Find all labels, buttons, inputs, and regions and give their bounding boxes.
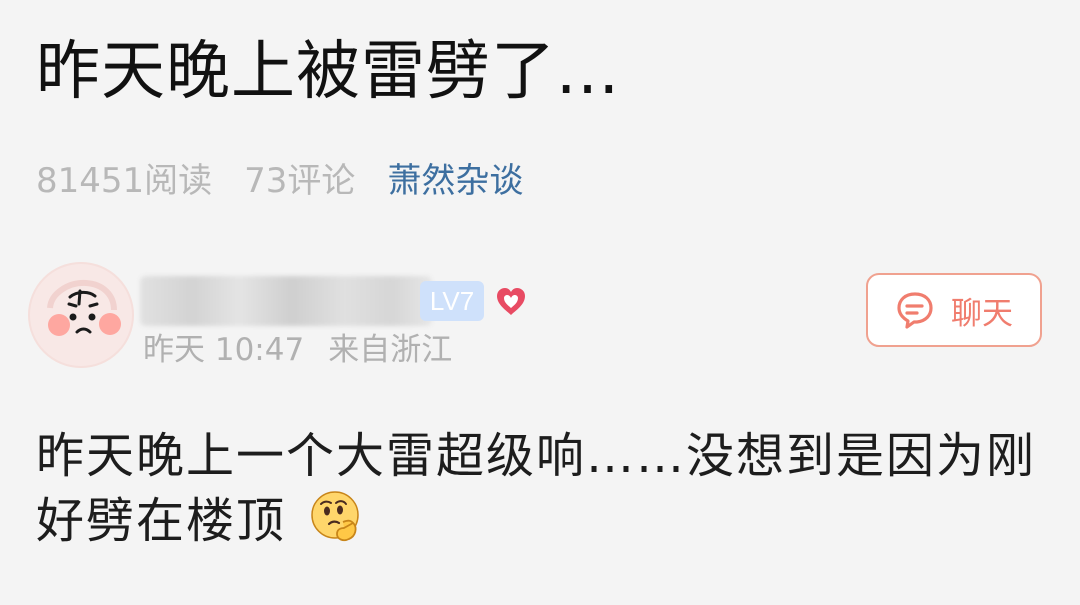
post-location: 来自浙江 [328,332,453,368]
post-content: 昨天晚上一个大雷超级响……没想到是因为刚好劈在楼顶 [36,424,1046,554]
post-meta: 81451阅读 73评论 萧然杂谈 [36,164,523,198]
post-content-text: 昨天晚上一个大雷超级响……没想到是因为刚好劈在楼顶 [36,428,1037,549]
chat-button[interactable]: 聊天 [866,273,1042,347]
post-time-location: 昨天 10:47 来自浙江 [143,335,452,366]
chat-bubble-icon [897,292,933,329]
avatar-illustration-icon [28,262,134,368]
heart-icon [497,288,525,315]
channel-link[interactable]: 萧然杂谈 [387,164,523,198]
read-count: 81451阅读 [36,161,213,201]
post-title: 昨天晚上被雷劈了... [36,35,621,109]
thinking-emoji-icon [309,489,365,545]
chat-label: 聊天 [951,295,1013,332]
level-badge: LV7 [420,281,484,321]
blurred-username[interactable] [140,276,432,326]
post-time: 昨天 10:47 [143,332,305,368]
comment-count[interactable]: 73评论 [244,164,355,198]
avatar[interactable] [28,262,134,368]
post-page: 昨天晚上被雷劈了... 81451阅读 73评论 萧然杂谈 LV7 昨天 10:… [0,0,1080,605]
author-row: LV7 昨天 10:47 来自浙江 聊天 [28,262,1044,378]
